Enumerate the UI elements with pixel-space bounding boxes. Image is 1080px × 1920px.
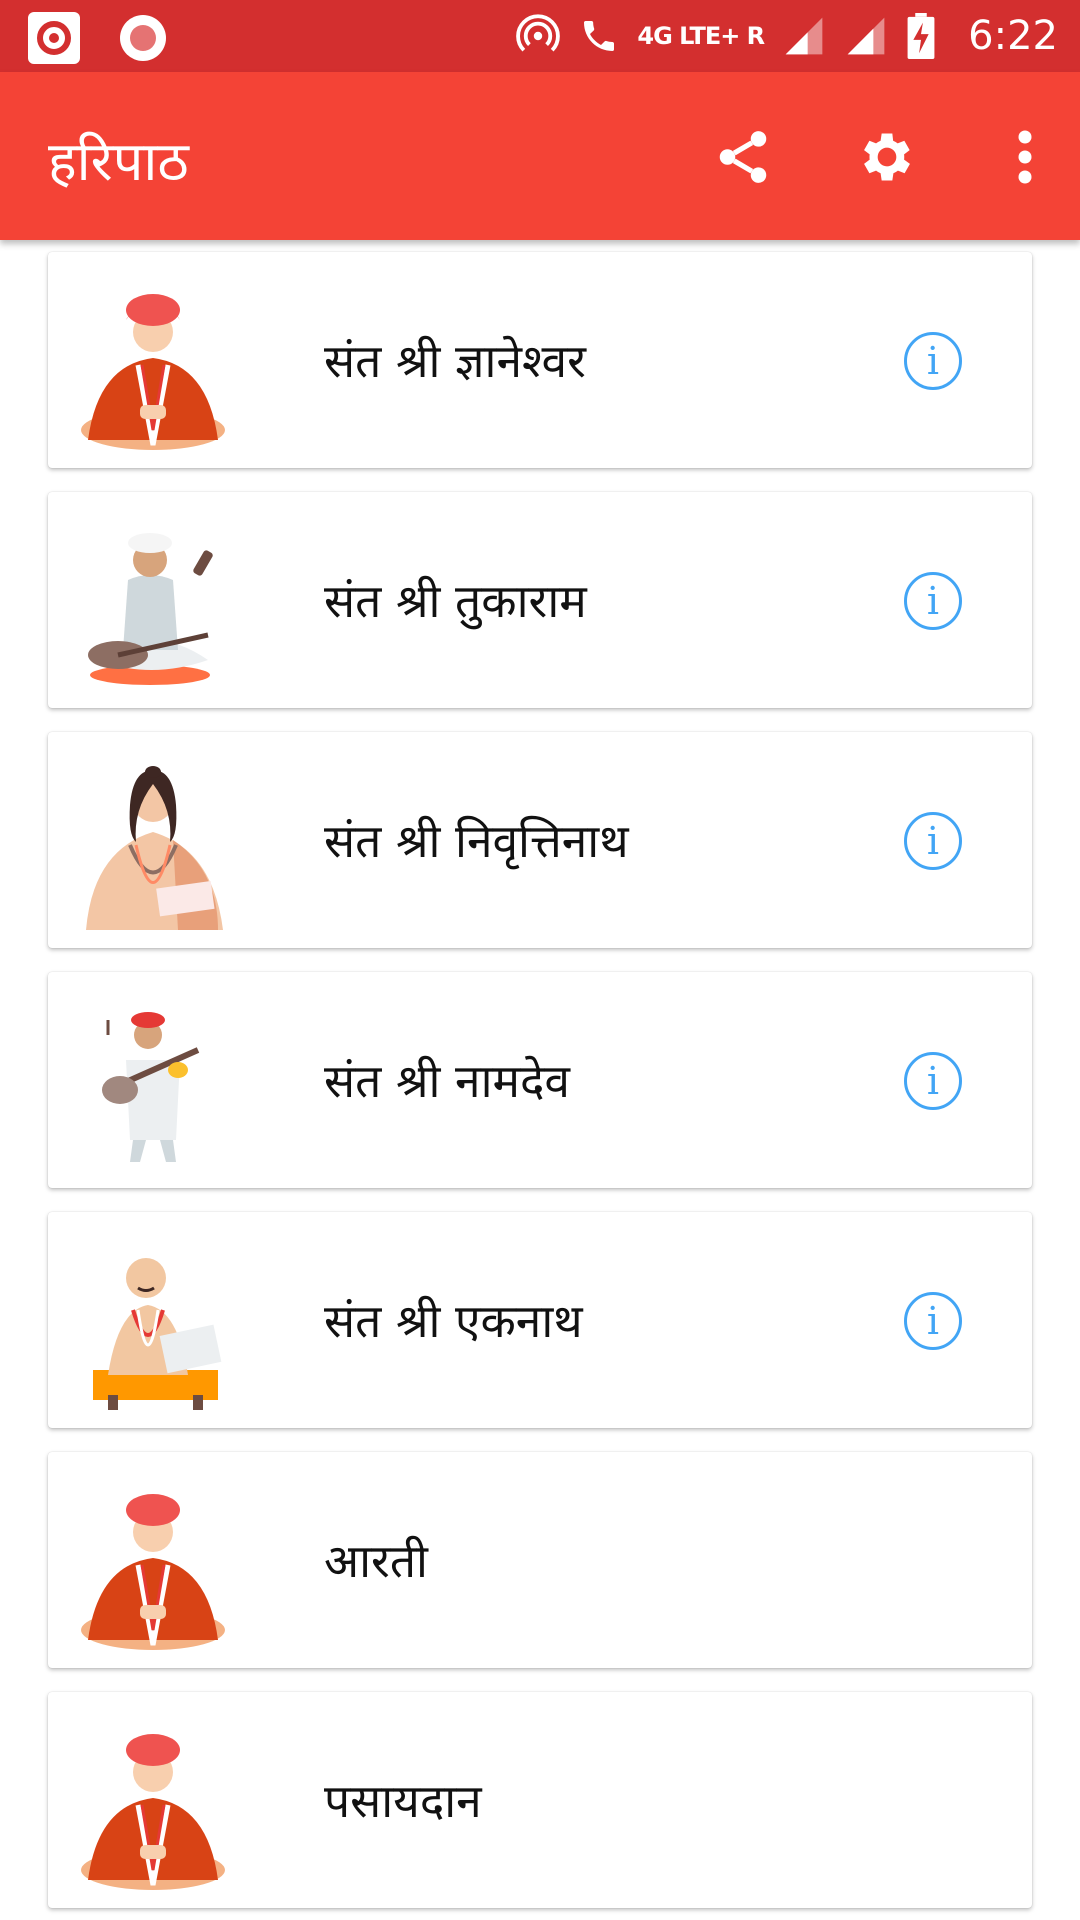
info-icon: i	[926, 1059, 940, 1103]
info-icon: i	[926, 819, 940, 863]
share-icon	[719, 131, 767, 183]
overflow-menu-button[interactable]	[990, 122, 1060, 192]
info-button[interactable]: i	[904, 812, 962, 870]
item-label: संत श्री ज्ञानेश्वर	[324, 334, 586, 388]
info-button[interactable]: i	[904, 1052, 962, 1110]
clock: 6:22	[968, 13, 1058, 59]
saint-figure-image	[81, 1734, 225, 1890]
list-item[interactable]: संत श्री नामदेव i	[48, 972, 1032, 1188]
item-label: संत श्री तुकाराम	[324, 574, 587, 628]
saint-figure-image	[102, 1012, 200, 1162]
list-item[interactable]: संत श्री निवृत्तिनाथ i	[48, 732, 1032, 948]
more-vert-icon	[1018, 130, 1032, 184]
list-item[interactable]: संत श्री एकनाथ i	[48, 1212, 1032, 1428]
saint-figure-image	[81, 294, 225, 450]
wifi-calling-icon	[584, 21, 615, 51]
saint-figure-image	[88, 533, 213, 685]
info-icon: i	[926, 339, 940, 383]
app-bar: हरिपाठ	[0, 72, 1080, 240]
battery-charging-icon	[907, 13, 935, 59]
list-item[interactable]: संत श्री ज्ञानेश्वर i	[48, 252, 1032, 468]
info-icon: i	[926, 1299, 940, 1343]
screen-record-icon	[28, 12, 80, 64]
item-label: संत श्री नामदेव	[324, 1054, 570, 1108]
app-title: हरिपाठ	[48, 130, 189, 193]
item-label: पसायदान	[324, 1774, 482, 1828]
saint-figure-image	[81, 1494, 225, 1650]
list-item[interactable]: आरती	[48, 1452, 1032, 1668]
signal-icon-2	[847, 17, 885, 55]
status-bar: 4G LTE+ R 6:22	[0, 0, 1080, 72]
list-item[interactable]: संत श्री तुकाराम i	[48, 492, 1032, 708]
item-label: आरती	[324, 1534, 428, 1588]
item-label: संत श्री एकनाथ	[324, 1294, 583, 1348]
share-button[interactable]	[708, 122, 778, 192]
info-button[interactable]: i	[904, 332, 962, 390]
info-button[interactable]: i	[904, 572, 962, 630]
settings-button[interactable]	[852, 122, 922, 192]
info-button[interactable]: i	[904, 1292, 962, 1350]
network-type-label: 4G LTE+ R	[637, 22, 765, 50]
recording-dot-icon	[120, 15, 166, 61]
item-label: संत श्री निवृत्तिनाथ	[324, 814, 629, 868]
info-icon: i	[926, 579, 940, 623]
list-item[interactable]: पसायदान	[48, 1692, 1032, 1908]
signal-icon	[785, 17, 823, 55]
saint-figure-image	[93, 1258, 222, 1410]
saint-figure-image	[86, 766, 223, 930]
gear-icon	[864, 133, 910, 181]
hotspot-icon	[516, 14, 561, 52]
